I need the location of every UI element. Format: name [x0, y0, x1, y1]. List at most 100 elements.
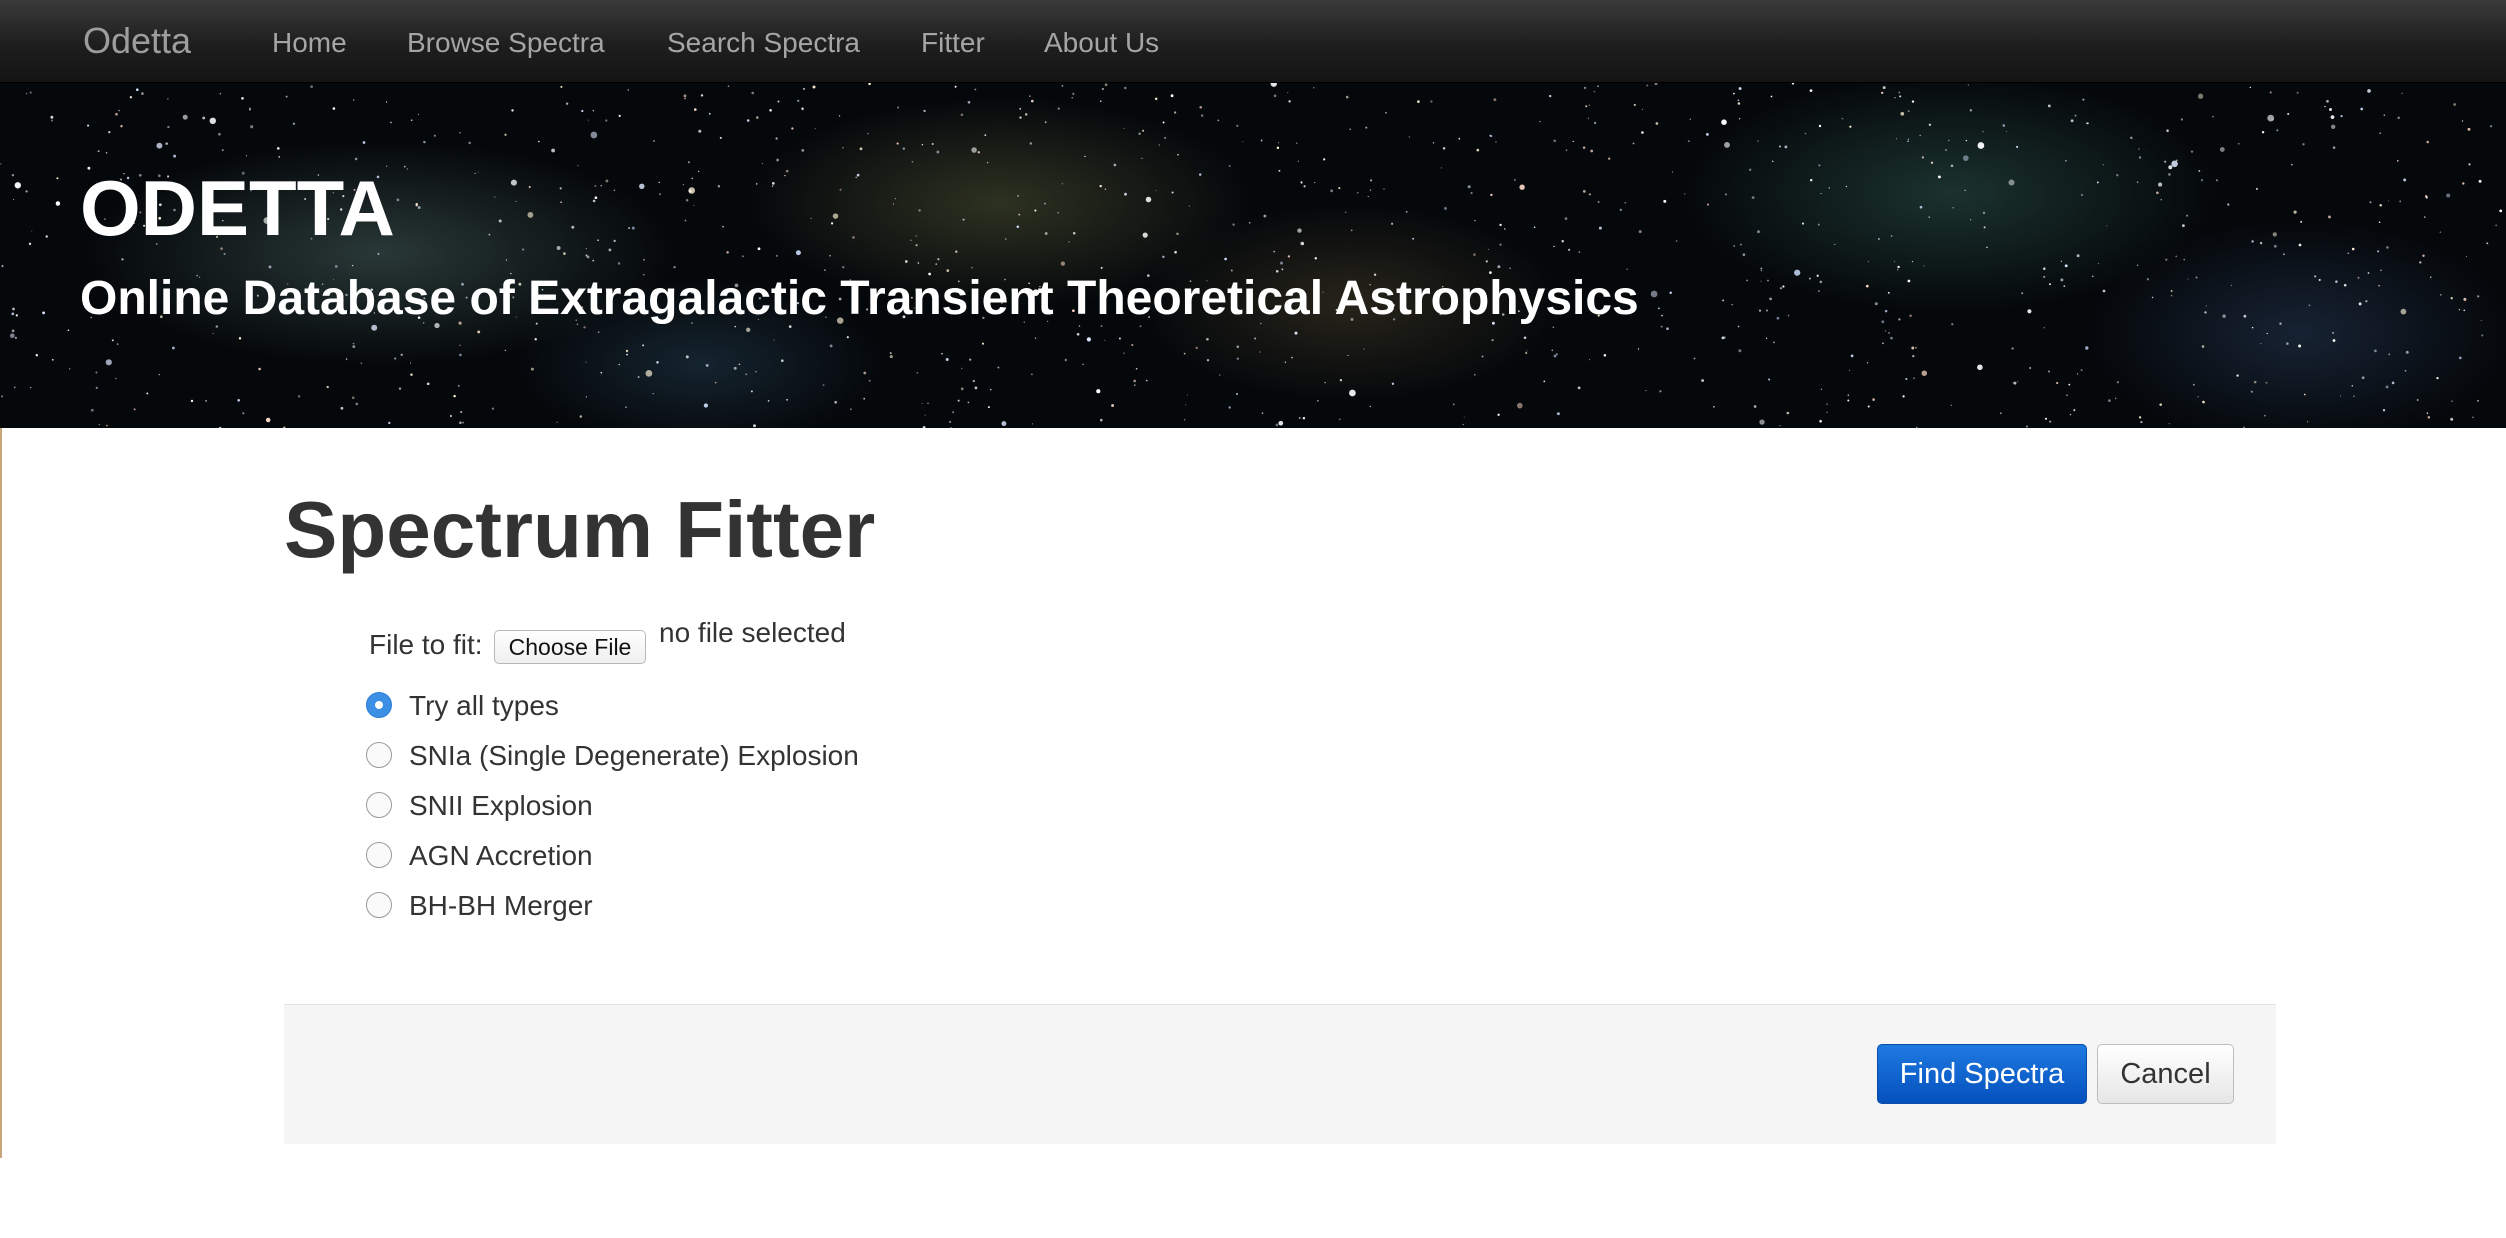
star — [111, 339, 114, 342]
star — [1982, 130, 1984, 133]
nav-item-home[interactable]: Home — [272, 26, 347, 60]
star — [14, 182, 21, 189]
star — [1061, 183, 1064, 185]
star — [1589, 359, 1591, 361]
star — [326, 385, 329, 389]
star — [714, 381, 717, 384]
star — [1945, 149, 1948, 151]
star — [2271, 118, 2274, 121]
nav-item-search-spectra[interactable]: Search Spectra — [667, 26, 860, 60]
star — [645, 370, 653, 377]
star — [1808, 277, 1811, 280]
radio-label[interactable]: Try all types — [409, 689, 559, 723]
nav-item-fitter[interactable]: Fitter — [921, 26, 985, 60]
star — [417, 206, 421, 209]
star — [292, 122, 295, 125]
star — [971, 267, 973, 269]
hero-title: ODETTA — [80, 164, 395, 252]
star — [1228, 164, 1231, 168]
star — [1669, 291, 1672, 295]
star — [1280, 261, 1283, 265]
star — [1722, 299, 1725, 302]
navbar-brand[interactable]: Odetta — [83, 18, 191, 64]
find-spectra-button[interactable]: Find Spectra — [1877, 1044, 2087, 1104]
star — [1809, 89, 1813, 92]
star — [488, 233, 491, 236]
star — [95, 371, 98, 374]
star — [2495, 224, 2497, 227]
star — [1867, 260, 1870, 263]
star — [2249, 86, 2251, 89]
star — [2353, 395, 2355, 398]
star — [1476, 148, 1480, 152]
star — [2087, 122, 2089, 124]
radio-button[interactable] — [366, 792, 392, 818]
star — [1412, 237, 1414, 240]
star — [1884, 309, 1888, 313]
star — [684, 219, 687, 222]
star — [597, 239, 599, 241]
star — [1525, 351, 1528, 355]
star — [1828, 187, 1830, 189]
star — [459, 132, 461, 134]
nav-item-about-us[interactable]: About Us — [1044, 26, 1159, 60]
star — [1339, 379, 1343, 382]
star — [745, 373, 748, 376]
star — [1738, 349, 1742, 353]
star — [390, 121, 392, 124]
star — [1135, 367, 1138, 370]
star — [1031, 423, 1034, 425]
radio-label[interactable]: AGN Accretion — [409, 839, 593, 873]
star — [1491, 338, 1494, 342]
star — [2168, 165, 2173, 170]
star — [2273, 244, 2277, 248]
star — [1779, 145, 1781, 148]
star — [2049, 420, 2052, 423]
radio-button-checked[interactable] — [366, 692, 392, 718]
star — [1324, 382, 1326, 384]
radio-button[interactable] — [366, 842, 392, 868]
star — [105, 359, 112, 366]
star — [116, 343, 119, 345]
star — [534, 337, 537, 341]
star — [1171, 191, 1174, 194]
star — [1123, 127, 1125, 129]
star — [30, 387, 32, 389]
star — [771, 185, 774, 187]
star — [2347, 252, 2349, 254]
star — [1624, 201, 1627, 204]
star — [2227, 203, 2230, 206]
star — [1495, 141, 1497, 143]
star — [1733, 92, 1735, 95]
window-edge — [0, 428, 2, 1158]
radio-button[interactable] — [366, 742, 392, 768]
star — [156, 142, 163, 149]
radio-button[interactable] — [366, 892, 392, 918]
star — [2025, 425, 2028, 428]
star — [757, 247, 761, 251]
star — [268, 265, 272, 269]
star — [2140, 420, 2143, 424]
star — [2499, 209, 2503, 213]
star — [1499, 243, 1502, 246]
star — [1969, 109, 1973, 112]
radio-label[interactable]: BH-BH Merger — [409, 889, 593, 923]
star — [1357, 191, 1359, 194]
star — [218, 426, 222, 428]
star — [2458, 309, 2461, 311]
star — [2379, 204, 2382, 207]
cancel-button[interactable]: Cancel — [2097, 1044, 2234, 1104]
hero-banner: ODETTA Online Database of Extragalactic … — [0, 83, 2506, 428]
star — [1509, 267, 1511, 269]
star — [398, 387, 402, 390]
radio-label[interactable]: SNIa (Single Degenerate) Explosion — [409, 739, 859, 773]
star — [738, 363, 741, 366]
nav-item-browse-spectra[interactable]: Browse Spectra — [407, 26, 605, 60]
star — [1, 265, 4, 268]
choose-file-button[interactable]: Choose File — [494, 630, 646, 664]
star — [1638, 230, 1642, 234]
radio-label[interactable]: SNII Explosion — [409, 789, 593, 823]
star — [2450, 297, 2453, 300]
star — [1898, 318, 1901, 321]
star — [1849, 125, 1852, 128]
